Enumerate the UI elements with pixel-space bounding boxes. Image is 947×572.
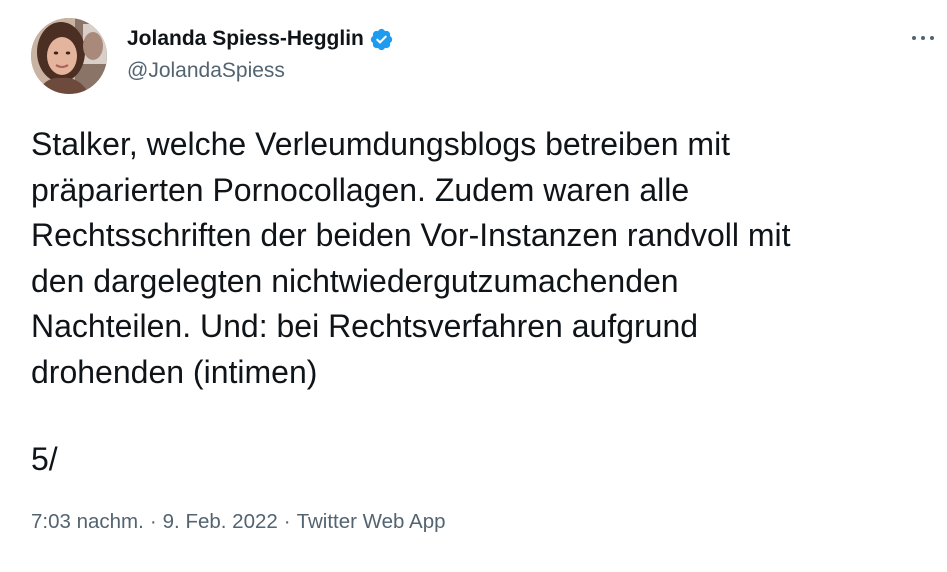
- tweet-card: Jolanda Spiess-Hegglin @JolandaSpiess St…: [0, 0, 947, 572]
- tweet-author: Jolanda Spiess-Hegglin @JolandaSpiess: [127, 25, 394, 83]
- more-dot: [930, 36, 934, 40]
- tweet-time-link[interactable]: 7:03 nachm.: [31, 510, 144, 534]
- tweet-text: Stalker, welche Verleumdungsblogs betrei…: [31, 122, 936, 395]
- more-options-icon[interactable]: [908, 30, 938, 46]
- tweet-text-line: drohenden (intimen): [31, 353, 318, 390]
- tweet-text-line: Rechtsschriften der beiden Vor-Instanzen…: [31, 217, 791, 253]
- tweet-date-link[interactable]: 9. Feb. 2022: [163, 510, 278, 534]
- tweet-text-line: präparierten Pornocollagen. Zudem waren …: [31, 171, 690, 208]
- avatar-photo: [31, 18, 107, 94]
- author-name-row: Jolanda Spiess-Hegglin: [127, 25, 394, 53]
- meta-separator: ·: [149, 510, 157, 533]
- tweet-text-line: Nachteilen. Und: bei Rechtsverfahren auf…: [31, 308, 699, 344]
- tweet-text-line: den dargelegten nichtwiedergutzumachende…: [31, 262, 679, 299]
- author-display-name[interactable]: Jolanda Spiess-Hegglin: [127, 27, 364, 51]
- more-dot: [912, 36, 916, 40]
- verified-badge-icon: [369, 27, 394, 52]
- thread-number: 5/: [31, 441, 58, 477]
- more-dot: [921, 36, 925, 40]
- tweet-source-link[interactable]: Twitter Web App: [297, 510, 446, 534]
- author-handle[interactable]: @JolandaSpiess: [127, 59, 394, 83]
- meta-separator: ·: [283, 510, 291, 533]
- tweet-meta: 7:03 nachm. · 9. Feb. 2022 · Twitter Web…: [31, 510, 446, 534]
- tweet-text-line: Stalker, welche Verleumdungsblogs betrei…: [31, 126, 731, 162]
- avatar[interactable]: [31, 18, 107, 94]
